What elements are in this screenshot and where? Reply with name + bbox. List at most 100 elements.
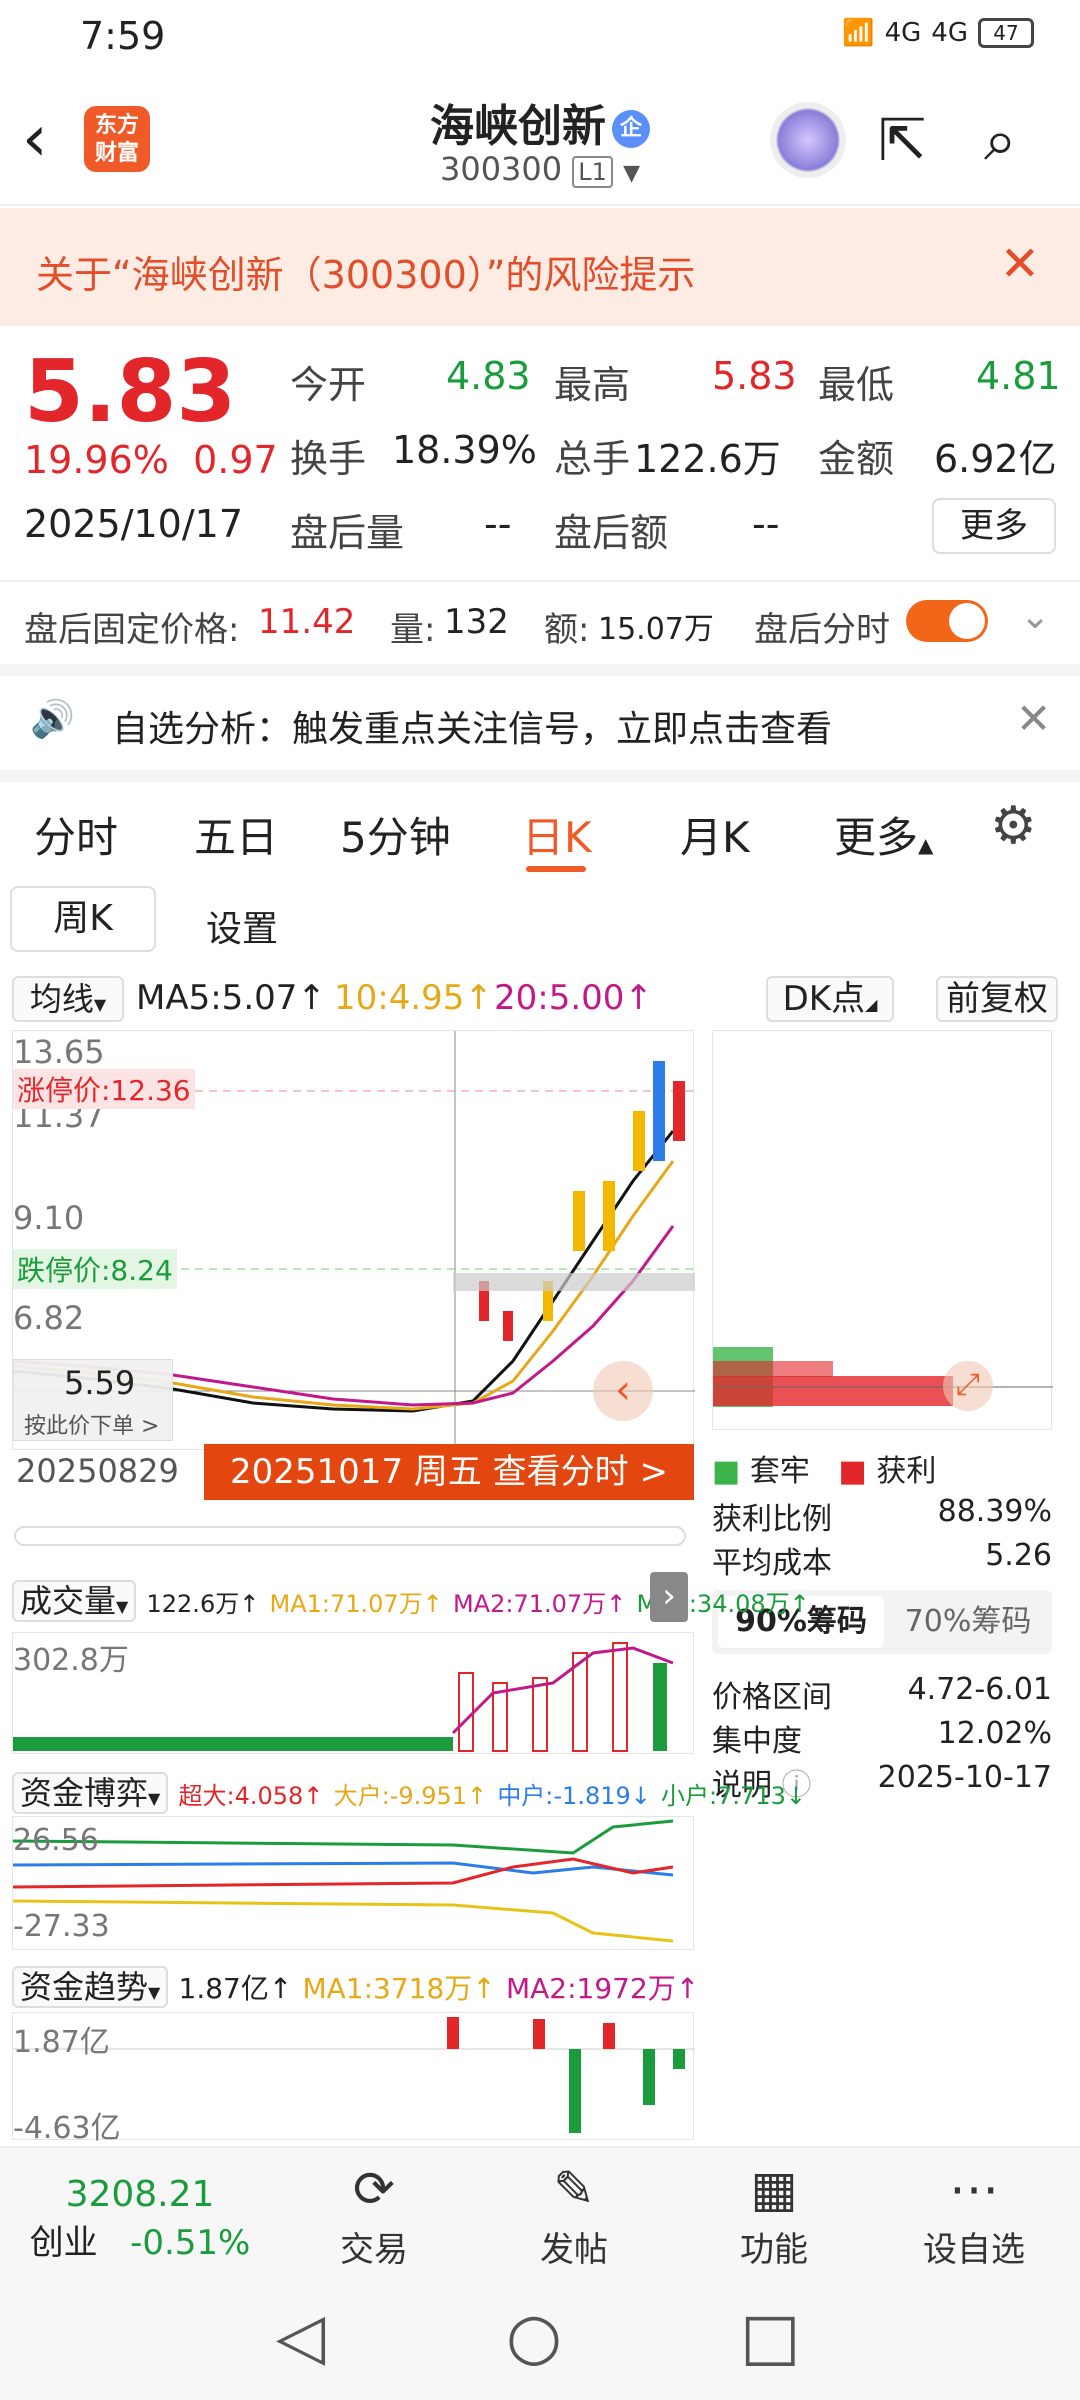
volume-chart[interactable]: 302.8万 [12,1632,694,1754]
tab-chip-70[interactable]: 70%筹码 [888,1596,1048,1648]
after-amt-label: 盘后额 [554,511,669,555]
enterprise-badge: 企 [612,110,650,148]
volume-header: 成交量▼ 122.6万↑ MA1:71.07万↑ MA2:71.07万↑ MA3… [12,1576,810,1622]
settings-link[interactable]: 设置 [206,900,278,952]
risk-warning-text[interactable]: 关于“海峡创新（300300）”的风险提示 [36,244,695,299]
index-value: 3208.21 [65,2174,215,2215]
change-value: 0.97 [193,438,278,482]
expand-icon[interactable]: ⤢ [943,1361,993,1411]
gear-icon[interactable]: ⚙ [990,796,1037,856]
weekly-k-button[interactable]: 周K [10,886,156,952]
ma-selector-label: 均线 [29,980,94,1018]
profit-legend-icon: ■ [838,1454,867,1489]
volume-bar [458,1672,474,1752]
after-vol-value: -- [484,502,512,546]
analysis-banner[interactable]: 🔊 自选分析：触发重点关注信号，立即点击查看 ✕ [0,664,1080,764]
search-icon[interactable]: ⌕ [984,106,1016,175]
loss-legend-icon: ■ [712,1454,741,1489]
trend-selector[interactable]: 资金趋势▼ [12,1966,169,2008]
volume-bar [653,1663,667,1751]
after-hours-toggle[interactable] [906,600,988,642]
chevron-left-icon[interactable]: ‹ [593,1361,653,1421]
fixed-price-value: 11.42 [258,602,356,642]
amount-label: 金额 [818,437,895,481]
post-button[interactable]: ✎ 发帖 [474,2160,674,2271]
concentration-row: 集中度 12.02% [712,1716,1052,1760]
after-hours-bar: 盘后固定价格: 11.42 量: 132 额: 15.07万 盘后分时 ⌄ [0,580,1080,660]
view-timeshare-banner[interactable]: 20251017 周五 查看分时 > [204,1444,694,1500]
trend-bar [533,2019,545,2049]
chevron-down-icon[interactable]: ⌄ [1020,596,1050,637]
trend-ma2: MA2:1972万↑ [505,1972,700,2005]
loss-legend-label: 套牢 [749,1454,810,1489]
after-amt-value2: 15.07万 [598,612,714,647]
quote-panel: 5.83 19.96% 0.97 2025/10/17 今开 4.83 最高 5… [0,330,1080,576]
close-icon[interactable]: ✕ [1000,236,1040,292]
ma-selector[interactable]: 均线▼ [12,976,124,1022]
tab-daily-k[interactable]: 日K [522,804,592,865]
chip-legend: ■ 套牢 ■ 获利 [712,1446,1052,1490]
signal-icon-1: 4G [884,18,922,48]
fund-top-label: 26.56 [13,1823,99,1858]
trend-selector-label: 资金趋势 [20,1968,149,2006]
nav-recent-icon[interactable]: □ [740,2300,800,2374]
stock-name: 海峡创新 [430,101,606,152]
stock-header: ‹ 东方 财富 海峡创新企 300300 L1 ▼ ⇱ ⌕ [0,72,1080,206]
fund-mid-line [12,1861,674,1877]
change-pct: 19.96% [24,438,169,482]
cursor-hint[interactable]: 按此价下单 > [24,1408,159,1440]
trend-bar [603,2023,615,2049]
open-label: 今开 [290,363,367,407]
analysis-text[interactable]: 自选分析：触发重点关注信号，立即点击查看 [112,700,832,752]
ma-row: 均线▼ MA5:5.07↑ 10:4.95↑ 20:5.00↑ [0,972,700,1028]
chevron-down-icon: ▼ [623,161,641,186]
limit-down-label: 跌停价:8.24 [13,1249,177,1289]
ma5-value: MA5:5.07↑ [136,978,326,1018]
forward-adjust-button[interactable]: 前复权 [936,976,1058,1022]
trend-top-label: 1.87亿 [13,2025,110,2060]
fund-trend-chart[interactable]: 1.87亿 -4.63亿 [12,2012,695,2146]
volume-ma1: MA1:71.07万↑ [269,1590,443,1618]
function-button[interactable]: ▦ 功能 [674,2160,874,2271]
index-widget[interactable]: 3208.21 创业 -0.51% [20,2174,260,2264]
add-watchlist-button[interactable]: ⋯ 设自选 [874,2160,1074,2271]
caret-down-icon: ▼ [116,1597,129,1616]
more-dots-icon: ⋯ [949,2160,999,2218]
share-icon[interactable]: ⇱ [878,106,927,174]
candle [653,1061,665,1161]
period-tabs: 分时 五日 5分钟 日K 月K 更多▲ ⚙ [0,770,1080,872]
tab-5min[interactable]: 5分钟 [340,804,451,865]
k-line-chart[interactable]: 13.65 11.37 9.10 6.82 涨停价:12.36 跌停价:8.24… [12,1030,695,1451]
more-button[interactable]: 更多 [932,498,1056,554]
fund-selector[interactable]: 资金博弈▼ [12,1772,169,1814]
nav-back-icon[interactable]: ◁ [276,2300,325,2374]
chart-scrollbar[interactable] [14,1526,686,1546]
trend-value: 1.87亿↑ [178,1972,293,2005]
dk-point-button[interactable]: DK点◢ [766,976,894,1022]
profit-ratio-label: 获利比例 [712,1502,832,1537]
nav-home-icon[interactable]: ○ [506,2300,562,2374]
clock: 7:59 [80,14,166,58]
trade-button[interactable]: ⟳ 交易 [274,2160,474,2271]
cursor-price-box[interactable]: 5.59 按此价下单 > [13,1359,173,1441]
fund-header: 资金博弈▼ 超大:4.058↑ 大户:-9.951↑ 中户:-1.819↓ 小户… [12,1768,806,1814]
concentration-value: 12.02% [937,1716,1052,1751]
cursor-price: 5.59 [64,1364,136,1402]
volume-label: 总手 [554,437,631,481]
volume-selector[interactable]: 成交量▼ [12,1580,137,1622]
chart-start-date: 20250829 [16,1452,179,1490]
risk-warning-banner[interactable]: 关于“海峡创新（300300）”的风险提示 ✕ [0,208,1080,326]
tab-monthly-k[interactable]: 月K [680,804,750,865]
close-icon[interactable]: ✕ [1016,694,1051,743]
high-value: 5.83 [712,354,797,398]
volume-bars-low [13,1737,453,1751]
y-label-4: 6.82 [13,1299,85,1337]
tab-timeshare[interactable]: 分时 [34,804,118,865]
tab-five-day[interactable]: 五日 [194,804,278,865]
tab-more[interactable]: 更多▲ [834,804,933,865]
fund-game-chart[interactable]: 26.56 -27.33 [12,1816,694,1950]
turnover-value: 18.39% [392,428,537,472]
chevron-right-icon[interactable]: › [650,1572,688,1622]
index-change: -0.51% [130,2223,251,2263]
ai-assistant-icon[interactable] [770,102,846,178]
